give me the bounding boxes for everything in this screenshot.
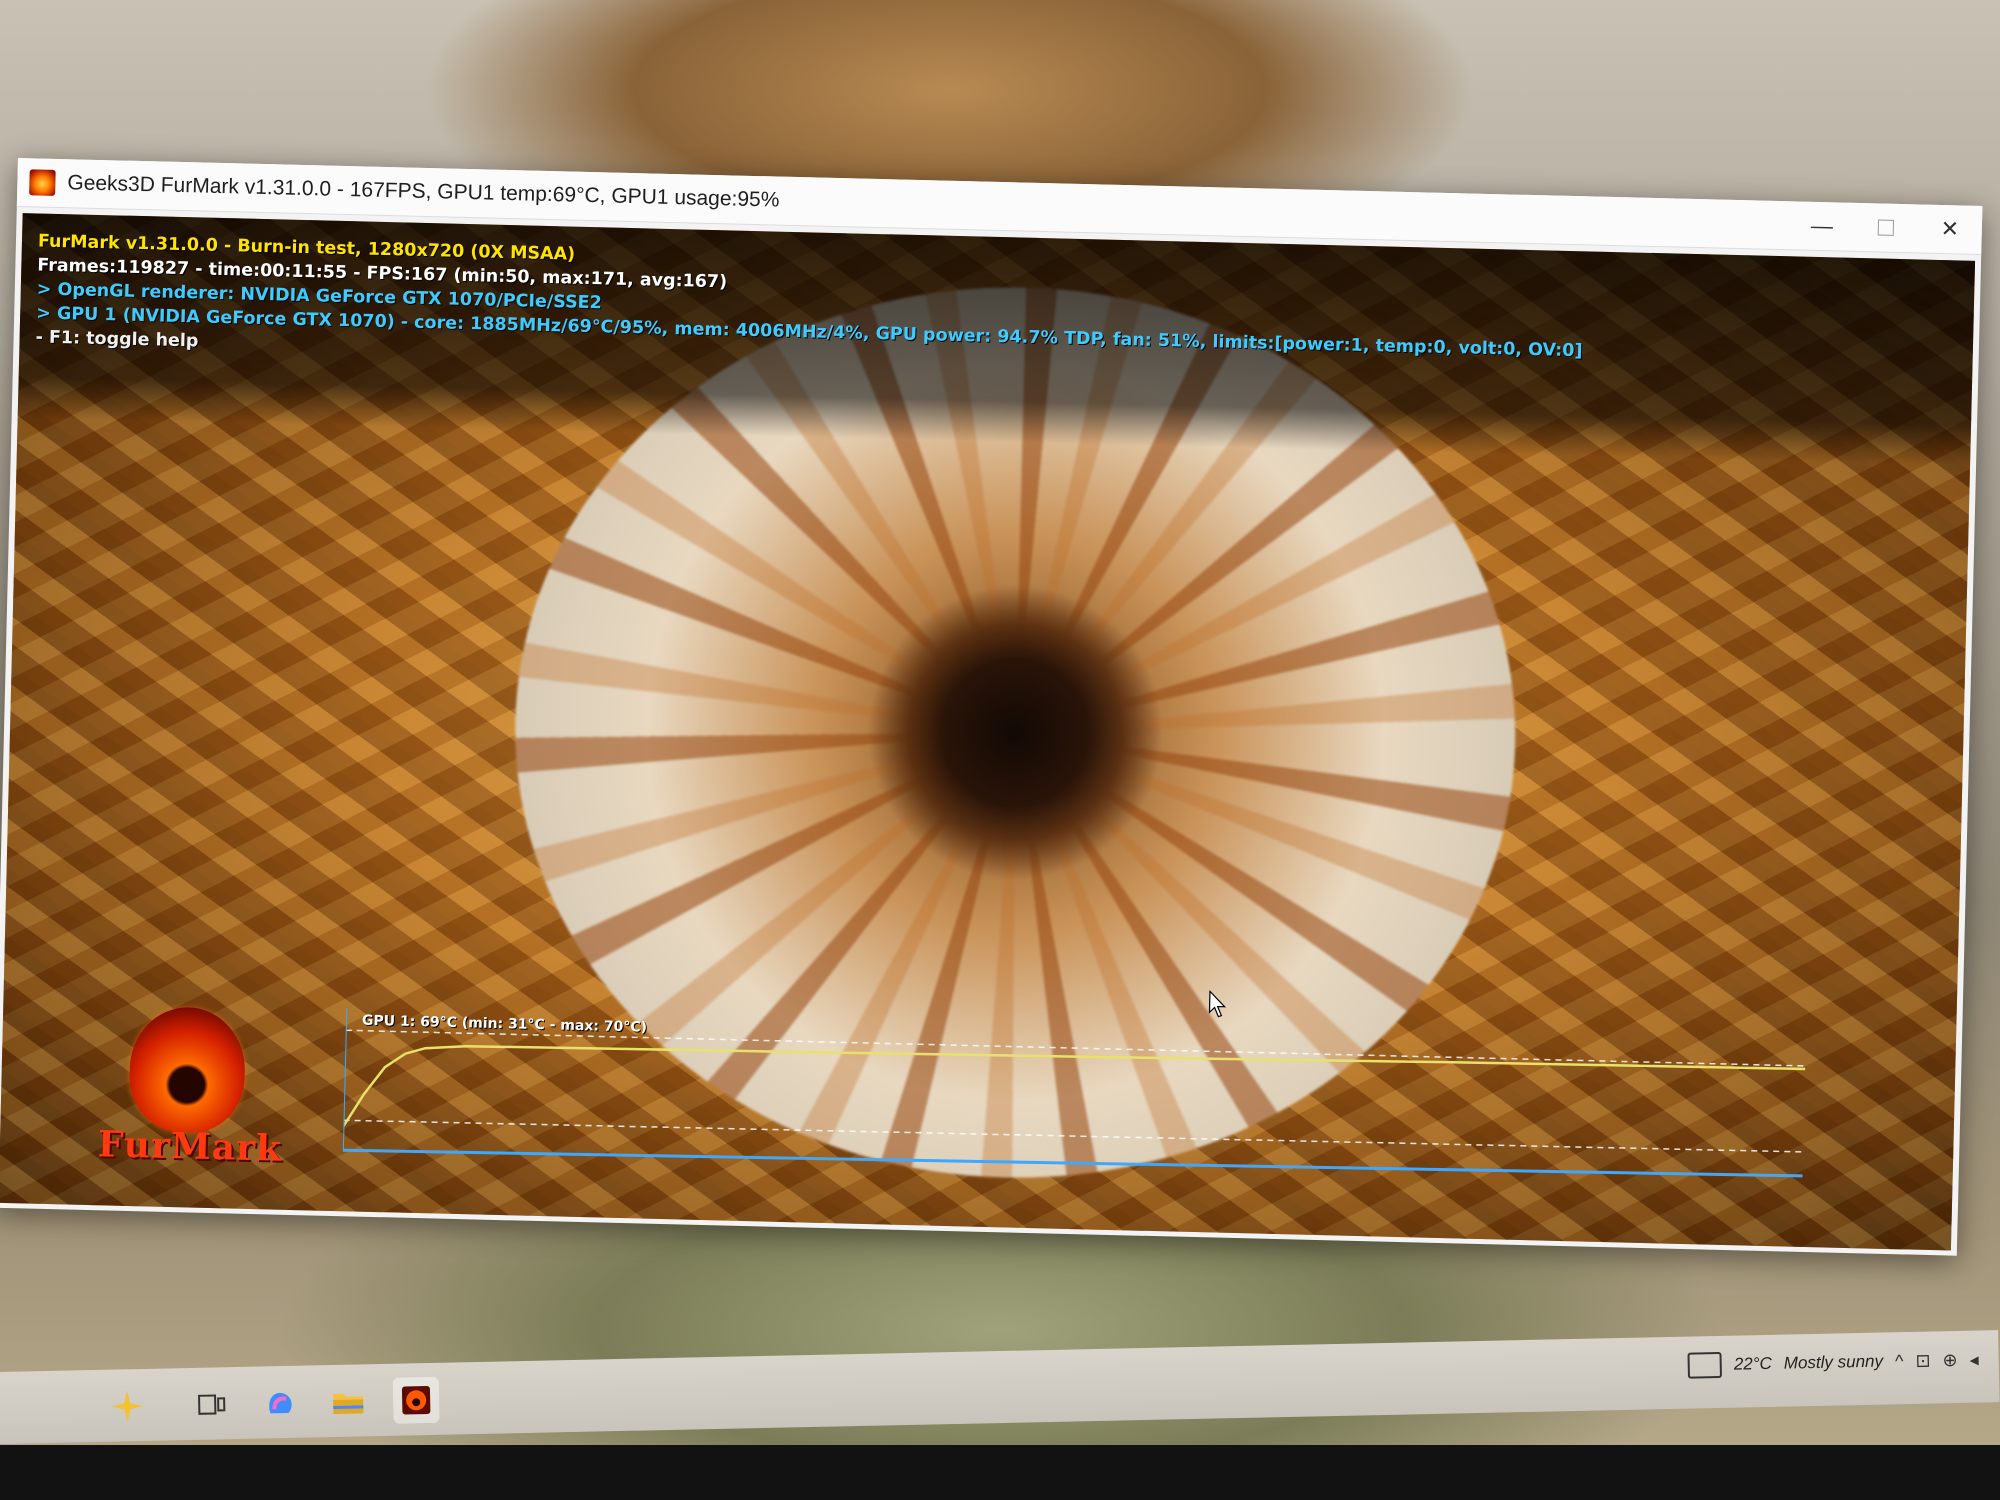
- chevron-up-icon[interactable]: ^: [1895, 1351, 1904, 1372]
- render-viewport[interactable]: FurMark v1.31.0.0 - Burn-in test, 1280x7…: [0, 213, 1976, 1251]
- window-controls: — ✕: [1789, 201, 1982, 254]
- mouse-cursor-icon: [1208, 989, 1229, 1023]
- copilot-icon[interactable]: [257, 1380, 304, 1427]
- furmark-app-icon: [29, 169, 56, 196]
- temperature-graph-svg: [342, 1008, 1806, 1178]
- file-explorer-icon[interactable]: [325, 1378, 372, 1425]
- system-tray: 22°C Mostly sunny ^ ⊡ ⊕ ◂: [1687, 1347, 1979, 1379]
- task-view-icon[interactable]: [189, 1381, 236, 1428]
- temperature-graph: GPU 1: 69°C (min: 31°C - max: 70°C): [342, 1008, 1806, 1194]
- furmark-logo-text: FurMark: [97, 1123, 283, 1170]
- furmark-logo: FurMark: [97, 1005, 283, 1179]
- globe-icon[interactable]: ⊕: [1942, 1349, 1958, 1370]
- maximize-icon: [1877, 219, 1895, 236]
- monitor-bezel: [0, 1445, 2000, 1500]
- graph-y-axis: [342, 1008, 348, 1151]
- volume-icon[interactable]: ◂: [1969, 1349, 1978, 1370]
- weather-temp[interactable]: 22°C: [1734, 1354, 1772, 1375]
- minimize-button[interactable]: —: [1789, 201, 1854, 251]
- minimize-icon: —: [1810, 212, 1834, 239]
- start-icon[interactable]: [104, 1383, 151, 1430]
- close-icon: ✕: [1940, 215, 1960, 242]
- flame-icon: [128, 1006, 247, 1134]
- weather-condition[interactable]: Mostly sunny: [1784, 1352, 1884, 1374]
- close-button[interactable]: ✕: [1917, 204, 1982, 254]
- graph-x-axis: [342, 1148, 1803, 1178]
- maximize-button[interactable]: [1853, 203, 1918, 253]
- graph-bottom-dashed-line: [343, 1119, 1804, 1153]
- weather-icon[interactable]: [1687, 1351, 1723, 1379]
- furmark-icon[interactable]: [392, 1376, 440, 1424]
- window-title: Geeks3D FurMark v1.31.0.0 - 167FPS, GPU1…: [67, 171, 780, 212]
- graph-temperature-line: [342, 1044, 1806, 1127]
- network-icon[interactable]: ⊡: [1915, 1350, 1931, 1371]
- furmark-window[interactable]: Geeks3D FurMark v1.31.0.0 - 167FPS, GPU1…: [0, 158, 1983, 1256]
